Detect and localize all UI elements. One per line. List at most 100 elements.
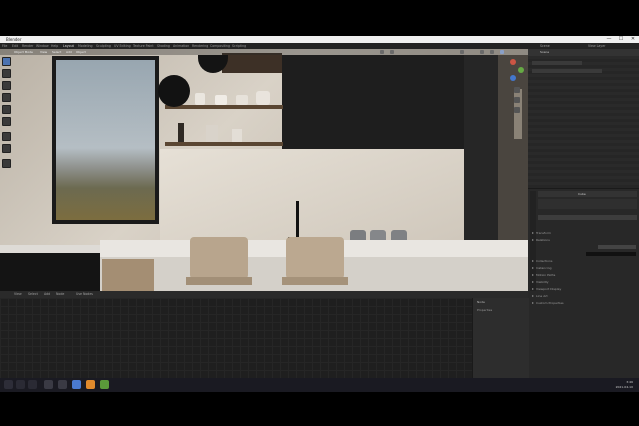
- shader-editor[interactable]: View Select Add Node Use Nodes Node Prop…: [0, 291, 529, 382]
- start-icon[interactable]: [4, 380, 13, 389]
- menu-file[interactable]: File: [2, 44, 7, 48]
- shading-rendered-icon[interactable]: [500, 50, 504, 54]
- properties-header: Cube: [538, 191, 637, 197]
- section-motion-paths[interactable]: Motion Paths: [532, 273, 632, 278]
- section-visibility[interactable]: Visibility: [532, 280, 632, 285]
- cursor-icon[interactable]: [2, 69, 11, 78]
- properties-editor: Scene Cube Transform Relations Collectio…: [528, 49, 639, 379]
- menu-edit[interactable]: Edit: [12, 44, 18, 48]
- tab-scripting[interactable]: Scripting: [232, 44, 246, 48]
- hanging-pan: [158, 75, 190, 107]
- jar: [195, 93, 205, 105]
- menu-view[interactable]: View: [40, 50, 47, 54]
- pan-icon[interactable]: [514, 97, 520, 103]
- scene-selector[interactable]: Scene: [540, 44, 550, 48]
- divider: [528, 188, 639, 189]
- menu-add[interactable]: Add: [44, 292, 50, 296]
- outliner-list[interactable]: [528, 56, 639, 188]
- side-wall: [498, 55, 528, 245]
- use-nodes-toggle[interactable]: Use Nodes: [76, 292, 93, 296]
- lower-cabinet: [0, 253, 100, 291]
- tab-modeling[interactable]: Modeling: [78, 44, 93, 48]
- menu-add[interactable]: Add: [66, 50, 72, 54]
- backsplash: [160, 149, 464, 247]
- menu-window[interactable]: Window: [36, 44, 49, 48]
- cup: [232, 129, 242, 142]
- color-field[interactable]: [586, 252, 636, 256]
- task-view-icon[interactable]: [28, 380, 37, 389]
- app-icon[interactable]: [58, 380, 67, 389]
- gizmo-z-icon[interactable]: [510, 75, 516, 81]
- blender-window: Blender — ☐ ✕ File Edit Render Window He…: [0, 36, 639, 392]
- menu-select[interactable]: Select: [28, 292, 38, 296]
- system-tray[interactable]: 3:46 2021-04-10: [616, 380, 633, 389]
- add-cube-icon[interactable]: [2, 159, 11, 168]
- section-custom-properties[interactable]: Custom Properties: [532, 301, 632, 306]
- tab-uv-editing[interactable]: UV Editing: [114, 44, 131, 48]
- tab-shading[interactable]: Shading: [157, 44, 170, 48]
- section-instancing[interactable]: Instancing: [532, 266, 632, 271]
- section-collections[interactable]: Collections: [532, 259, 632, 264]
- outliner-row[interactable]: [532, 61, 582, 65]
- maximize-button[interactable]: ☐: [615, 36, 627, 43]
- shelf-lower: [165, 142, 283, 146]
- menu-render[interactable]: Render: [22, 44, 33, 48]
- transform-icon[interactable]: [2, 117, 11, 126]
- shading-material-icon[interactable]: [490, 50, 494, 54]
- gizmo-x-icon[interactable]: [510, 59, 516, 65]
- menu-help[interactable]: Help: [51, 44, 58, 48]
- menu-node[interactable]: Node: [56, 292, 64, 296]
- data-field[interactable]: [538, 215, 637, 220]
- title-bar: Blender — ☐ ✕: [0, 36, 639, 43]
- tab-layout[interactable]: Layout: [63, 44, 74, 48]
- shader-editor-header: View Select Add Node Use Nodes: [0, 291, 528, 298]
- node-canvas[interactable]: [0, 298, 472, 382]
- menu-view[interactable]: View: [14, 292, 22, 296]
- outliner-row[interactable]: [532, 69, 602, 73]
- outliner-label: Scene: [540, 50, 550, 54]
- tab-animation[interactable]: Animation: [173, 44, 189, 48]
- browser-icon[interactable]: [72, 380, 81, 389]
- bottle: [178, 123, 184, 142]
- annotate-icon[interactable]: [2, 132, 11, 141]
- tab-sculpting[interactable]: Sculpting: [96, 44, 111, 48]
- shading-solid-icon[interactable]: [480, 50, 484, 54]
- explorer-icon[interactable]: [44, 380, 53, 389]
- value-field[interactable]: [598, 245, 636, 249]
- gizmo-y-icon[interactable]: [518, 67, 524, 73]
- section-viewport-display[interactable]: Viewport Display: [532, 287, 632, 292]
- measure-icon[interactable]: [2, 144, 11, 153]
- move-icon[interactable]: [2, 81, 11, 90]
- minimize-button[interactable]: —: [603, 36, 615, 43]
- object-field[interactable]: [538, 199, 637, 209]
- chair-back: [190, 237, 248, 279]
- close-button[interactable]: ✕: [627, 36, 639, 43]
- chair-seat: [186, 277, 252, 285]
- tab-texture-paint[interactable]: Texture Paint: [133, 44, 154, 48]
- mode-selector[interactable]: Object Mode: [14, 50, 33, 54]
- window-view: [56, 60, 155, 220]
- sidebar-subtitle: Properties: [477, 308, 493, 312]
- search-icon[interactable]: [16, 380, 25, 389]
- rotate-icon[interactable]: [2, 93, 11, 102]
- menu-select[interactable]: Select: [52, 50, 61, 54]
- zoom-icon[interactable]: [514, 87, 520, 93]
- menu-object[interactable]: Object: [76, 50, 86, 54]
- app-icon[interactable]: [100, 380, 109, 389]
- overlay-icon[interactable]: [460, 50, 464, 54]
- select-box-icon[interactable]: [2, 57, 11, 66]
- tab-rendering[interactable]: Rendering: [192, 44, 208, 48]
- proportional-icon[interactable]: [390, 50, 394, 54]
- tool-shelf: [2, 57, 11, 177]
- blender-icon[interactable]: [86, 380, 95, 389]
- camera-view-icon[interactable]: [514, 107, 520, 113]
- object-name: Cube: [578, 192, 586, 196]
- section-relations[interactable]: Relations: [532, 238, 632, 243]
- section-line-art[interactable]: Line Art: [532, 294, 632, 299]
- tab-compositing[interactable]: Compositing: [210, 44, 230, 48]
- section-transform[interactable]: Transform: [532, 231, 632, 236]
- 3d-viewport[interactable]: Object Mode View Select Add Object: [0, 49, 528, 291]
- view-layer-selector[interactable]: View Layer: [588, 44, 605, 48]
- scale-icon[interactable]: [2, 105, 11, 114]
- snap-icon[interactable]: [380, 50, 384, 54]
